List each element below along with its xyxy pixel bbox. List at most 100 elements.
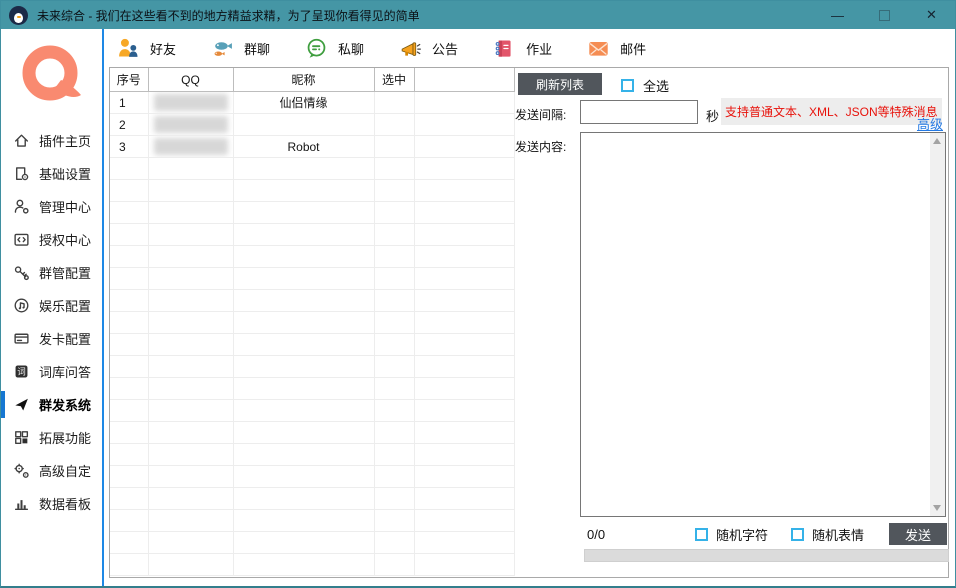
- sidebar-separator: [102, 29, 104, 586]
- sidebar-item-label: 发卡配置: [39, 329, 91, 348]
- sidebar-item-admin-center[interactable]: 管理中心: [1, 190, 102, 223]
- empty-cell: [374, 532, 414, 554]
- empty-cell: [148, 356, 233, 378]
- interval-input[interactable]: [580, 100, 698, 124]
- sidebar-item-card-config[interactable]: 发卡配置: [1, 322, 102, 355]
- empty-table-row[interactable]: [110, 158, 514, 180]
- sidebar-item-entertainment[interactable]: 娱乐配置: [1, 289, 102, 322]
- empty-cell: [414, 356, 514, 378]
- sidebar-item-mass-send[interactable]: 群发系统: [1, 388, 102, 421]
- sidebar-item-plugin-home[interactable]: 插件主页: [1, 124, 102, 157]
- sidebar-item-label: 娱乐配置: [39, 296, 91, 315]
- minimize-button[interactable]: —: [814, 1, 861, 29]
- empty-cell: [374, 246, 414, 268]
- sidebar-item-label: 高级自定: [39, 461, 91, 480]
- empty-cell: [110, 312, 148, 334]
- selected-cell[interactable]: [374, 92, 414, 114]
- random-chars-label: 随机字符: [716, 525, 768, 544]
- toolbar-item-private-chat[interactable]: 私聊: [305, 37, 364, 60]
- toolbar-item-homework[interactable]: 作业: [493, 37, 552, 60]
- close-button[interactable]: ✕: [908, 1, 955, 29]
- app-logo-icon: [9, 6, 28, 25]
- sidebar-item-auth-center[interactable]: 授权中心: [1, 223, 102, 256]
- sidebar-item-group-manage[interactable]: 群管配置: [1, 256, 102, 289]
- sidebar-item-data-dashboard[interactable]: 数据看板: [1, 487, 102, 520]
- empty-table-row[interactable]: [110, 400, 514, 422]
- titlebar: 未来综合 - 我们在这些看不到的地方精益求精，为了呈现你看得见的简单 — ✕: [1, 1, 955, 29]
- empty-table-row[interactable]: [110, 444, 514, 466]
- empty-cell: [110, 202, 148, 224]
- sidebar-item-basic-settings[interactable]: 基础设置: [1, 157, 102, 190]
- empty-table-row[interactable]: [110, 378, 514, 400]
- toolbar-item-group-chat[interactable]: 群聊: [211, 37, 270, 60]
- empty-cell: [414, 554, 514, 576]
- window-title: 未来综合 - 我们在这些看不到的地方精益求精，为了呈现你看得见的简单: [37, 7, 420, 24]
- empty-cell: [110, 488, 148, 510]
- empty-cell: [233, 158, 374, 180]
- maximize-button[interactable]: [861, 1, 908, 29]
- empty-cell: [374, 158, 414, 180]
- toolbar-item-announcement[interactable]: 公告: [399, 37, 458, 60]
- nickname-cell: Robot: [233, 136, 374, 158]
- home-icon: [13, 132, 30, 149]
- empty-cell: [374, 488, 414, 510]
- refresh-list-button[interactable]: 刷新列表: [518, 73, 602, 95]
- select-all-checkbox[interactable]: [621, 79, 634, 92]
- empty-table-row[interactable]: [110, 466, 514, 488]
- empty-cell: [148, 422, 233, 444]
- empty-cell: [414, 400, 514, 422]
- scroll-up-icon[interactable]: [933, 138, 941, 144]
- qq-roster-table: 序号QQ昵称选中 1仙侣情缘23Robot: [110, 68, 515, 576]
- advanced-link[interactable]: 高级: [917, 114, 943, 133]
- empty-table-row[interactable]: [110, 532, 514, 554]
- empty-cell: [374, 466, 414, 488]
- random-emoji-checkbox[interactable]: [791, 528, 804, 541]
- empty-table-row[interactable]: [110, 510, 514, 532]
- sidebar-item-label: 授权中心: [39, 230, 91, 249]
- maximize-icon: [879, 10, 890, 21]
- empty-table-row[interactable]: [110, 554, 514, 576]
- sidebar-item-extensions[interactable]: 拓展功能: [1, 421, 102, 454]
- empty-table-row[interactable]: [110, 180, 514, 202]
- empty-cell: [110, 334, 148, 356]
- app-window: 未来综合 - 我们在这些看不到的地方精益求精，为了呈现你看得见的简单 — ✕ 插…: [0, 0, 956, 588]
- selected-cell[interactable]: [374, 114, 414, 136]
- sidebar-item-label: 管理中心: [39, 197, 91, 216]
- sidebar-item-label: 拓展功能: [39, 428, 91, 447]
- empty-table-row[interactable]: [110, 334, 514, 356]
- table-row[interactable]: 2: [110, 114, 514, 136]
- toolbar-item-label: 群聊: [244, 39, 270, 58]
- qq-cell-redacted: [148, 114, 233, 136]
- empty-cell: [374, 268, 414, 290]
- column-header: QQ: [148, 68, 233, 92]
- sidebar-item-label: 群发系统: [39, 395, 91, 414]
- empty-table-row[interactable]: [110, 246, 514, 268]
- empty-table-row[interactable]: [110, 422, 514, 444]
- message-textarea[interactable]: [580, 132, 946, 517]
- toolbar-item-mail[interactable]: 邮件: [587, 37, 646, 60]
- empty-table-row[interactable]: [110, 268, 514, 290]
- empty-table-row[interactable]: [110, 202, 514, 224]
- empty-table-row[interactable]: [110, 224, 514, 246]
- toolbar-item-friends[interactable]: 好友: [117, 37, 176, 60]
- empty-table-row[interactable]: [110, 356, 514, 378]
- table-row[interactable]: 1仙侣情缘: [110, 92, 514, 114]
- column-header: 昵称: [233, 68, 374, 92]
- send-button[interactable]: 发送: [889, 523, 947, 545]
- empty-cell: [110, 422, 148, 444]
- empty-cell: [414, 246, 514, 268]
- empty-cell: [374, 554, 414, 576]
- table-row[interactable]: 3Robot: [110, 136, 514, 158]
- empty-cell: [414, 532, 514, 554]
- scroll-down-icon[interactable]: [933, 505, 941, 511]
- interval-label: 发送间隔:: [515, 106, 566, 123]
- selected-cell[interactable]: [374, 136, 414, 158]
- sidebar-item-advanced-custom[interactable]: 高级自定: [1, 454, 102, 487]
- empty-table-row[interactable]: [110, 488, 514, 510]
- empty-table-row[interactable]: [110, 312, 514, 334]
- random-chars-checkbox[interactable]: [695, 528, 708, 541]
- sidebar-item-thesaurus-qa[interactable]: 词词库问答: [1, 355, 102, 388]
- textarea-scrollbar[interactable]: [930, 133, 945, 516]
- extra-cell: [414, 136, 514, 158]
- empty-table-row[interactable]: [110, 290, 514, 312]
